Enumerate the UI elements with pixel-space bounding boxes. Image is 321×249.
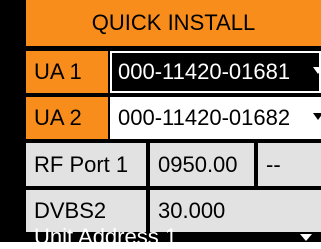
title-bar: QUICK INSTALL bbox=[26, 0, 321, 46]
ua2-value: 000-11420-01682 bbox=[118, 105, 291, 130]
rf-port-label: RF Port 1 bbox=[26, 143, 146, 186]
ua2-label: UA 2 bbox=[26, 97, 108, 139]
status-bar[interactable]: Unit Address 1 bbox=[26, 226, 321, 248]
caret-down-icon[interactable] bbox=[300, 234, 312, 241]
rf-port-frequency[interactable]: 0950.00 bbox=[150, 143, 254, 186]
ua1-arrow-icon bbox=[313, 67, 321, 74]
rf-port-extra[interactable]: -- bbox=[258, 143, 321, 186]
page-title: QUICK INSTALL bbox=[91, 10, 256, 35]
ua1-field[interactable]: 000-11420-01681 bbox=[110, 51, 321, 93]
quick-install-panel: QUICK INSTALL UA 1 000-11420-01681 UA 2 … bbox=[0, 0, 321, 248]
ua1-label: UA 1 bbox=[26, 51, 108, 93]
status-text: Unit Address 1 bbox=[34, 224, 178, 249]
ua2-arrow-icon bbox=[313, 113, 321, 120]
ua1-value: 000-11420-01681 bbox=[118, 59, 291, 84]
ua2-field[interactable]: 000-11420-01682 bbox=[110, 97, 321, 139]
